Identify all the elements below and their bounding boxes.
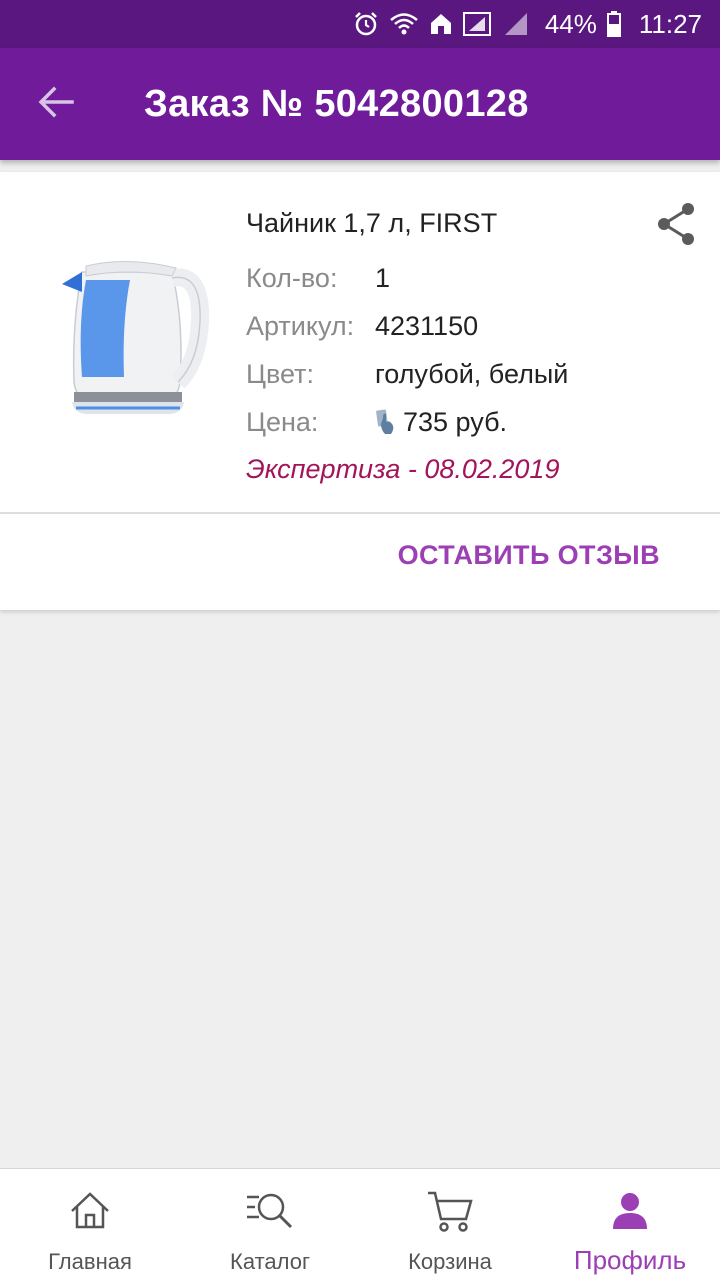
arrow-left-icon <box>38 86 74 123</box>
nav-label-catalog: Каталог <box>230 1249 310 1274</box>
cart-icon <box>426 1187 474 1235</box>
nav-label-cart: Корзина <box>408 1249 492 1274</box>
back-button[interactable] <box>0 48 112 160</box>
article-label: Артикул: <box>246 310 355 341</box>
share-button[interactable] <box>648 198 704 254</box>
home-icon <box>68 1187 112 1235</box>
catalog-search-icon <box>245 1187 295 1235</box>
quantity-row: Кол-во: 1 <box>246 258 390 298</box>
quantity-value: 1 <box>375 262 391 293</box>
signal-2-icon <box>503 11 529 37</box>
share-icon <box>656 202 696 251</box>
bottom-nav: Главная Каталог Корзина Профиль <box>0 1168 720 1281</box>
nav-label-profile: Профиль <box>573 1245 687 1275</box>
home-network-icon <box>429 11 453 37</box>
battery-icon <box>606 11 621 37</box>
clock: 11:27 <box>638 8 702 39</box>
battery-percent: 44% <box>544 8 597 39</box>
nav-item-cart[interactable]: Корзина <box>360 1169 540 1281</box>
leave-review-button[interactable]: ОСТАВИТЬ ОТЗЫВ <box>398 540 660 571</box>
app-bar: Заказ № 5042800128 <box>0 48 720 160</box>
price-value: 735 руб. <box>403 406 508 437</box>
page-title: Заказ № 5042800128 <box>144 82 529 125</box>
nav-item-catalog[interactable]: Каталог <box>180 1169 360 1281</box>
article-value: 4231150 <box>375 310 479 341</box>
color-row: Цвет: голубой, белый <box>246 354 568 394</box>
status-bar: 44% 11:27 <box>0 0 720 48</box>
cash-payment-icon <box>375 408 397 436</box>
price-label: Цена: <box>246 406 319 437</box>
signal-icon <box>462 11 493 37</box>
nav-item-profile[interactable]: Профиль <box>540 1169 720 1281</box>
price-value-wrap: 735 руб. <box>375 407 507 438</box>
color-label: Цвет: <box>246 358 315 389</box>
profile-icon <box>610 1187 650 1235</box>
nav-item-home[interactable]: Главная <box>0 1169 180 1281</box>
nav-label-home: Главная <box>48 1249 132 1274</box>
product-name[interactable]: Чайник 1,7 л, FIRST <box>246 208 497 239</box>
divider <box>0 512 720 514</box>
quantity-label: Кол-во: <box>246 262 338 293</box>
article-row: Артикул: 4231150 <box>246 306 478 346</box>
order-item-card: Чайник 1,7 л, FIRST Кол-во: 1 Артикул: 4… <box>0 172 720 610</box>
wifi-icon <box>389 11 419 37</box>
color-value: голубой, белый <box>375 358 569 389</box>
product-image[interactable] <box>52 242 212 422</box>
alarm-icon <box>353 11 379 37</box>
order-status: Экспертиза - 08.02.2019 <box>246 454 560 484</box>
price-row: Цена: 735 руб. <box>246 402 507 442</box>
